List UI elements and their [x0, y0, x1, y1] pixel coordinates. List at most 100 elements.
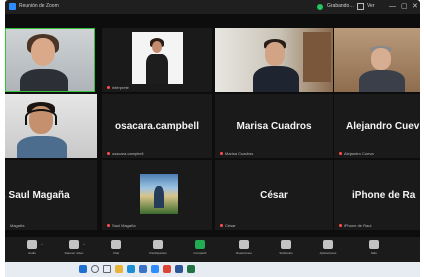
participant-caption-text: intérprete	[112, 85, 129, 90]
recording-indicator-icon	[317, 4, 323, 10]
chat-button[interactable]: Chat	[97, 239, 135, 255]
toolbar-label: Subtítulos	[279, 251, 293, 255]
toolbar-label: Detener video	[64, 251, 84, 255]
participant-tile[interactable]	[5, 94, 97, 158]
video-camera-button[interactable]: Detener video	[55, 239, 93, 255]
participant-tile[interactable]	[215, 28, 333, 92]
participant-caption-text: osacara.campbell	[112, 151, 144, 156]
participant-caption: Marisa Cuadros	[220, 151, 253, 156]
participant-video-body	[253, 66, 299, 92]
participant-caption-text: Saul Magaña	[112, 223, 136, 228]
word-icon[interactable]	[175, 265, 183, 273]
participant-tile[interactable]	[334, 28, 420, 92]
more-icon	[369, 240, 379, 249]
headset	[25, 109, 57, 125]
participant-video-face	[31, 38, 55, 66]
participant-name: Marisa Cuadros	[236, 121, 312, 132]
participant-name: César	[260, 190, 288, 201]
participant-caption: intérprete	[107, 85, 129, 90]
muted-mic-icon	[339, 152, 342, 156]
participant-caption: César	[220, 223, 236, 228]
muted-mic-icon	[220, 224, 223, 228]
search-icon[interactable]	[91, 265, 99, 273]
profile-picture-figure	[154, 186, 164, 208]
gallery-view-icon[interactable]	[357, 3, 364, 10]
toolbar-label: Audio	[28, 251, 36, 255]
participant-caption: iPhone de Raul	[339, 223, 371, 228]
participant-tile-name-only[interactable]: Marisa Cuadros Marisa Cuadros	[215, 94, 333, 158]
microphone-button[interactable]: Audio	[13, 239, 51, 255]
share-button[interactable]: Compartir	[181, 239, 219, 255]
windows-start-icon[interactable]	[79, 265, 87, 273]
participant-name: osacara.campbell	[115, 121, 199, 132]
participant-video-face	[371, 48, 391, 70]
participant-tile[interactable]: Saul Magaña	[102, 160, 212, 230]
participant-tile-name-only[interactable]: . Saul Magaña Magaña	[5, 160, 97, 230]
chat-icon	[111, 240, 121, 249]
bookshelf	[303, 32, 331, 82]
minimize-button[interactable]: —	[389, 2, 396, 11]
participant-video-face	[265, 42, 285, 66]
muted-mic-icon	[220, 152, 223, 156]
participant-video-body	[17, 136, 67, 158]
close-button[interactable]: ✕	[412, 2, 418, 11]
participant-tile-name-only[interactable]: osacara.campbell osacara.campbell	[102, 94, 212, 158]
toolbar-label: Aplicaciones	[319, 251, 337, 255]
participant-tile-active-speaker[interactable]	[5, 28, 95, 92]
view-button[interactable]: Ver	[367, 3, 375, 9]
reactions-button[interactable]: Reacciones	[225, 239, 263, 255]
muted-mic-icon	[107, 152, 110, 156]
excel-icon[interactable]	[187, 265, 195, 273]
apps-icon	[323, 240, 333, 249]
muted-mic-icon	[107, 224, 110, 228]
file-explorer-icon[interactable]	[115, 265, 123, 273]
toolbar-label: Compartir	[193, 251, 207, 255]
participant-caption-text: César	[225, 223, 236, 228]
participant-tile-interpreter[interactable]: intérprete	[102, 28, 212, 92]
participant-caption: Magaña	[10, 223, 25, 228]
edge-browser-icon[interactable]	[127, 265, 135, 273]
chrome-icon[interactable]	[163, 265, 171, 273]
recording-status[interactable]: Grabando…	[327, 3, 354, 9]
participant-caption: Saul Magaña	[107, 223, 136, 228]
participant-tile-name-only[interactable]: César César	[215, 160, 333, 230]
window-titlebar: Reunión de Zoom Grabando… Ver — ▢ ✕	[5, 0, 420, 14]
apps-button[interactable]: Aplicaciones	[309, 239, 347, 255]
people-button[interactable]: Participantes	[139, 239, 177, 255]
window-title: Reunión de Zoom	[19, 3, 59, 9]
participant-tile-name-only[interactable]: Alejandro Cuev Alejandro Cueva	[334, 94, 420, 158]
more-button[interactable]: Más	[355, 239, 393, 255]
captions-icon	[281, 240, 291, 249]
participant-video-body	[20, 69, 68, 91]
people-icon	[153, 240, 163, 249]
options-caret-icon[interactable]: ^	[41, 242, 43, 247]
zoom-icon[interactable]	[151, 265, 159, 273]
muted-mic-icon	[107, 86, 110, 90]
participant-video-body	[146, 54, 168, 84]
muted-mic-icon	[339, 224, 342, 228]
meeting-toolbar: Audio ^ Detener video ^ Chat Participantes Com…	[5, 237, 420, 262]
share-icon	[195, 240, 205, 249]
participant-caption-text: Alejandro Cueva	[344, 151, 374, 156]
toolbar-label: Reacciones	[236, 251, 252, 255]
options-caret-icon[interactable]: ^	[83, 242, 85, 247]
store-icon[interactable]	[139, 265, 147, 273]
participant-caption: Alejandro Cueva	[339, 151, 374, 156]
toolbar-label: Más	[371, 251, 377, 255]
reactions-icon	[239, 240, 249, 249]
participant-caption-text: iPhone de Raul	[344, 223, 372, 228]
participant-tile-name-only[interactable]: iPhone de Ra iPhone de Raul	[334, 160, 420, 230]
toolbar-label: Participantes	[149, 251, 167, 255]
participant-video-face	[152, 41, 162, 53]
participant-caption: osacara.campbell	[107, 151, 143, 156]
task-view-icon[interactable]	[103, 265, 111, 273]
microphone-icon	[27, 240, 37, 249]
video-camera-icon	[69, 240, 79, 249]
captions-button[interactable]: Subtítulos	[267, 239, 305, 255]
gallery-view: intérprete osacara.campbell osacara.camp…	[5, 14, 420, 237]
toolbar-label: Chat	[112, 251, 120, 255]
participant-video-body	[359, 70, 405, 92]
maximize-button[interactable]: ▢	[401, 2, 408, 11]
windows-taskbar	[5, 262, 420, 277]
participant-name: iPhone de Ra	[352, 190, 416, 201]
